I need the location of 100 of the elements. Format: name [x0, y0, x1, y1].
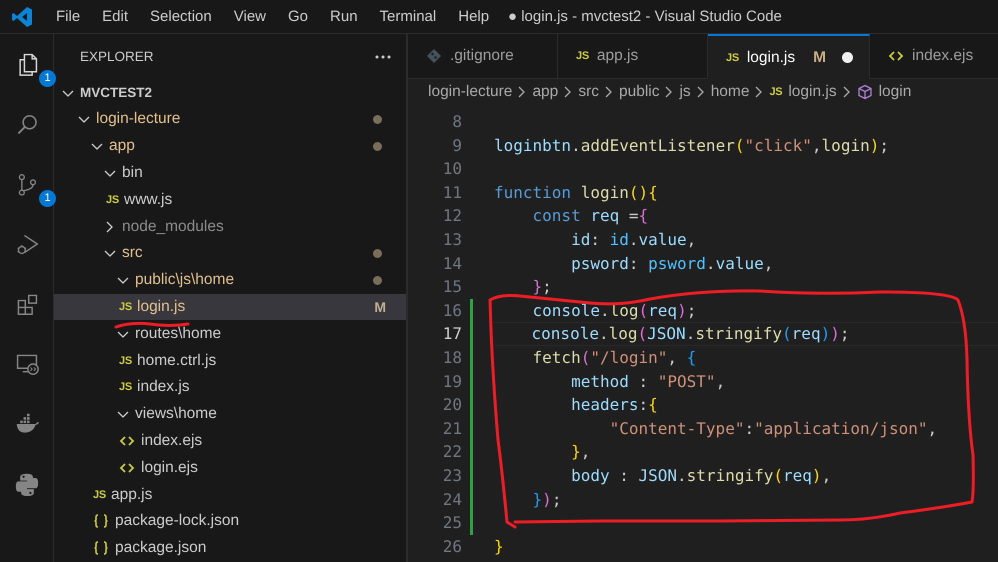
line-number: 14 — [442, 252, 462, 275]
braces-icon — [93, 540, 109, 556]
braces-icon — [93, 513, 109, 530]
code-line: loginbtn.addEventListener("click",login); — [493, 134, 890, 157]
tree-item[interactable]: package-lock.json — [54, 508, 406, 535]
panel-title: EXPLORER — [80, 49, 154, 64]
code-line: }; — [532, 276, 553, 298]
code-line: psword: psword.value, — [570, 252, 774, 275]
line-number: 13 — [442, 228, 462, 251]
window-title: ● login.js - mvctest2 - Visual Studio Code — [508, 8, 782, 25]
js-file-icon: JS — [119, 381, 137, 394]
line-number: 11 — [442, 182, 462, 204]
menu-item[interactable]: Run — [319, 5, 369, 28]
code-line: }, — [570, 441, 592, 464]
line-number: 19 — [442, 370, 462, 393]
run-debug-icon[interactable] — [14, 232, 38, 256]
code-line: method : "POST", — [570, 370, 726, 393]
line-number: 24 — [442, 488, 462, 510]
editor-tab[interactable]: .gitignore — [408, 34, 558, 78]
extensions-icon[interactable] — [14, 292, 38, 316]
more-actions-icon[interactable] — [374, 54, 392, 60]
menu-item[interactable]: Terminal — [368, 5, 448, 28]
app-logo-icon — [11, 6, 33, 28]
breadcrumb-item[interactable]: public — [618, 82, 660, 100]
workspace-header[interactable]: MVCTEST2 — [54, 79, 406, 106]
count-badge: 1 — [39, 190, 56, 207]
breadcrumb-item[interactable]: login-lecture — [428, 82, 512, 100]
line-number: 21 — [442, 418, 462, 440]
tree-item[interactable]: src — [54, 240, 406, 267]
tree-item[interactable]: node_modules — [54, 213, 406, 240]
tree-item[interactable]: views\home — [54, 400, 406, 428]
breadcrumb-item[interactable]: home — [710, 82, 750, 100]
line-number: 22 — [442, 441, 462, 464]
diamond-icon — [426, 48, 442, 64]
line-number: 8 — [451, 111, 462, 133]
menu-item[interactable]: Help — [447, 5, 500, 28]
tree-item[interactable]: app — [54, 132, 406, 160]
breadcrumb-item[interactable]: login — [856, 82, 912, 100]
code-line: body : JSON.stringify(req), — [570, 464, 832, 487]
code-line: id: id.value, — [570, 228, 698, 251]
breadcrumb-item[interactable]: app — [532, 82, 558, 100]
tree-item[interactable]: bin — [54, 160, 406, 186]
git-status-letter: M — [374, 298, 386, 315]
tree-item[interactable]: JS app.js — [54, 481, 406, 508]
line-number: 26 — [442, 536, 462, 558]
code-line: headers:{ — [570, 394, 659, 416]
line-number: 15 — [442, 276, 462, 298]
js-file-icon: JS — [93, 488, 111, 501]
tree-item[interactable]: JS login.js M — [54, 294, 406, 320]
line-number: 20 — [442, 394, 462, 416]
tree-item[interactable]: login-lecture — [54, 106, 406, 133]
tree-item[interactable]: JS www.js — [54, 186, 406, 214]
js-file-icon: JS — [769, 86, 782, 98]
breadcrumb-item[interactable]: JS login.js — [769, 82, 837, 100]
js-file-icon: JS — [119, 354, 137, 367]
code-line: } — [493, 536, 505, 558]
git-status-letter: M — [813, 48, 826, 66]
line-number: 25 — [442, 512, 462, 534]
line-number: 23 — [442, 464, 462, 487]
code-line: const req ={ — [532, 205, 650, 228]
line-number: 10 — [442, 158, 462, 180]
modified-dot — [373, 142, 382, 151]
code-line: }); — [532, 488, 562, 510]
python-icon[interactable] — [14, 472, 38, 496]
cube-icon — [856, 84, 873, 100]
menu-item[interactable]: File — [45, 5, 92, 28]
tree-item[interactable]: JS index.js — [54, 374, 406, 401]
count-badge: 1 — [39, 70, 56, 87]
unsaved-dot[interactable] — [842, 52, 854, 63]
tree-item[interactable]: package.json — [54, 534, 406, 562]
tree-item[interactable]: routes\home — [54, 320, 406, 348]
modified-dot — [373, 276, 382, 285]
line-number: 17 — [442, 323, 462, 346]
tree-item[interactable]: login.ejs — [54, 454, 406, 482]
tree-item[interactable]: index.ejs — [54, 428, 406, 454]
js-file-icon: JS — [576, 50, 589, 62]
js-file-icon: JS — [726, 52, 739, 64]
js-file-icon: JS — [106, 194, 124, 206]
menu-item[interactable]: Go — [277, 5, 320, 28]
line-number: 16 — [442, 300, 462, 322]
breadcrumb-item[interactable]: src — [578, 82, 599, 100]
code-line: "Content-Type":"application/json", — [608, 418, 938, 440]
code-line: console.log(JSON.stringify(req)); — [493, 322, 998, 346]
menu-item[interactable]: View — [222, 5, 277, 28]
breadcrumb-item[interactable]: js — [679, 82, 691, 100]
editor-tab[interactable]: JS login.js M — [708, 34, 870, 79]
tree-item[interactable]: JS home.ctrl.js — [54, 347, 406, 374]
line-number: 9 — [451, 134, 462, 157]
tree-item[interactable]: public\js\home — [54, 266, 406, 294]
menu-item[interactable]: Selection — [139, 5, 223, 28]
editor-tab[interactable]: index.ejs — [870, 34, 998, 78]
line-number: 18 — [442, 346, 462, 369]
code-line: fetch("/login", { — [532, 346, 698, 369]
menu-item[interactable]: Edit — [91, 5, 140, 28]
remote-monitor-icon[interactable] — [14, 352, 38, 376]
modified-dot — [373, 114, 382, 124]
modified-dot — [373, 248, 382, 258]
code-line: function login(){ — [493, 182, 659, 204]
js-file-icon: JS — [119, 300, 137, 313]
code-line: console.log(req); — [532, 300, 698, 322]
